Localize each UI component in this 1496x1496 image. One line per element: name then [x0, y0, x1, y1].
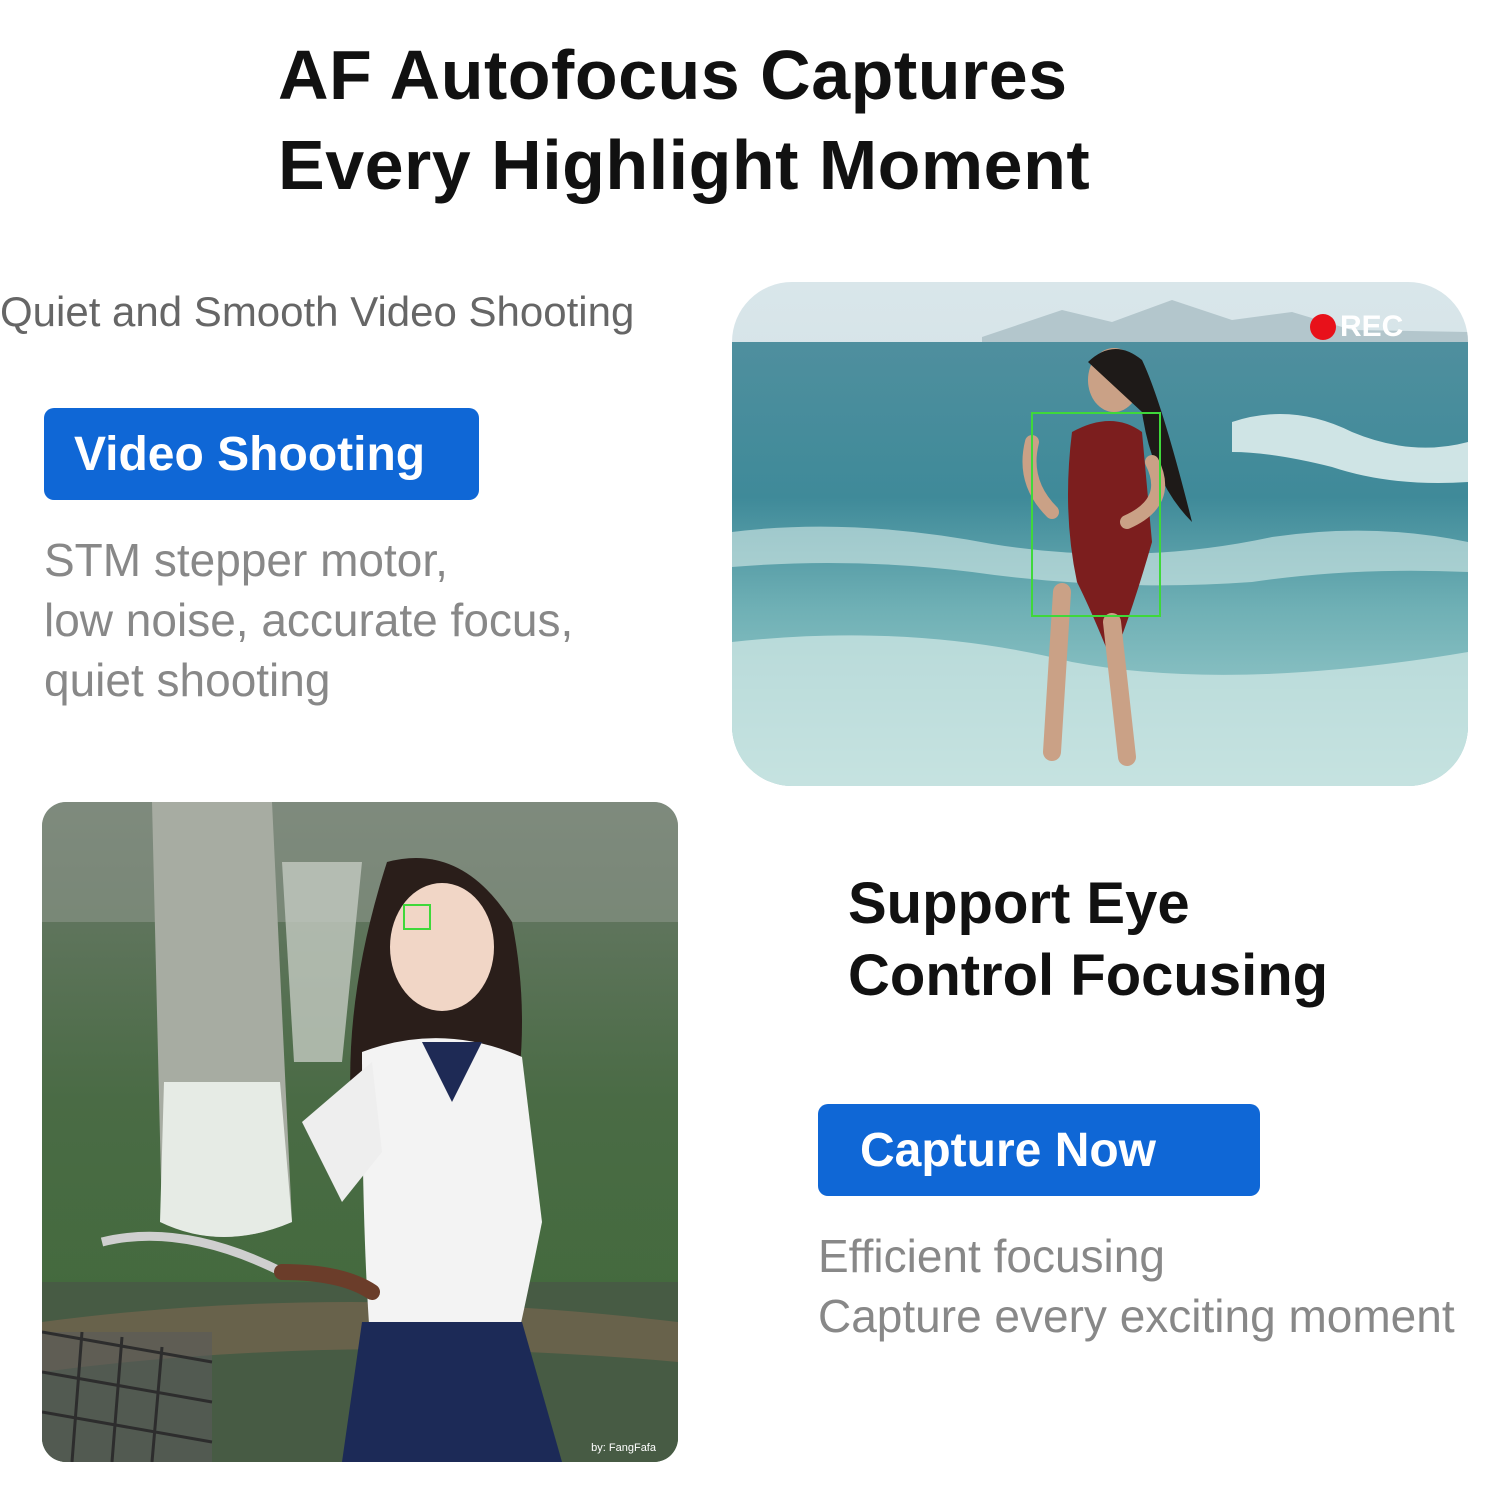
eye-focus-title: Support Eye Control Focusing: [848, 868, 1328, 1012]
eye-focus-title-line-1: Support Eye: [848, 871, 1190, 936]
headline-line-2: Every Highlight Moment: [278, 126, 1091, 204]
park-scene-image: [42, 802, 678, 1462]
video-description-line-1: STM stepper motor,: [44, 534, 448, 586]
video-description: STM stepper motor, low noise, accurate f…: [44, 530, 573, 710]
headline-line-1: AF Autofocus Captures: [278, 36, 1068, 114]
video-shooting-badge: Video Shooting: [44, 408, 479, 500]
video-subtitle: Quiet and Smooth Video Shooting: [0, 288, 635, 335]
record-dot-icon: [1310, 314, 1336, 340]
eye-focus-description: Efficient focusing Capture every excitin…: [818, 1226, 1455, 1346]
eye-focus-title-line-2: Control Focusing: [848, 943, 1329, 1008]
video-description-line-3: quiet shooting: [44, 654, 331, 706]
beach-scene-image: [732, 282, 1468, 786]
photo-credit: by: FangFafa: [591, 1442, 656, 1454]
rec-label: REC: [1340, 310, 1404, 343]
eye-focus-photo: by: FangFafa: [42, 802, 678, 1462]
capture-now-badge: Capture Now: [818, 1104, 1260, 1196]
video-description-line-2: low noise, accurate focus,: [44, 594, 574, 646]
headline: AF Autofocus Captures Every Highlight Mo…: [278, 30, 1278, 210]
beach-video-photo: REC: [732, 282, 1468, 786]
recording-indicator: REC: [1310, 310, 1403, 344]
eye-focus-description-line-2: Capture every exciting moment: [818, 1290, 1455, 1342]
eye-focus-description-line-1: Efficient focusing: [818, 1230, 1165, 1282]
